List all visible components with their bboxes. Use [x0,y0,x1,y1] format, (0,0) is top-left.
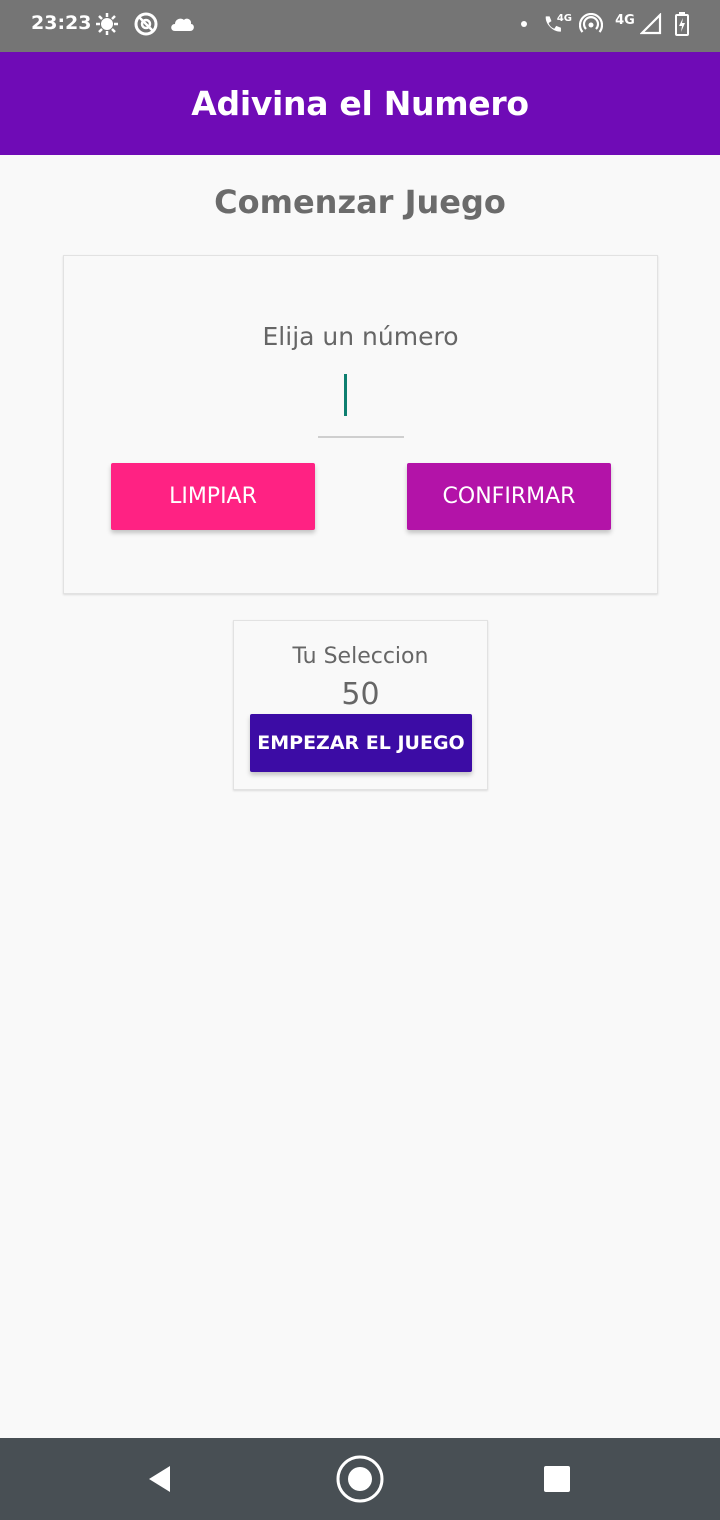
signal-network-label-wrap: 4G [612,10,638,38]
circle-slash-icon [132,10,160,38]
weather-icon [93,10,121,38]
battery-icon [672,10,692,38]
start-game-button[interactable]: EMPEZAR EL JUEGO [250,714,472,772]
selection-label: Tu Seleccion [292,644,429,669]
selection-value: 50 [341,677,380,712]
number-prompt: Elija un número [262,322,459,351]
status-bar: 23:23 4G 4G [0,0,720,52]
app-title: Adivina el Numero [191,84,529,123]
confirm-button[interactable]: CONFIRMAR [407,463,611,530]
clear-button[interactable]: LIMPIAR [111,463,315,530]
back-icon[interactable] [110,1438,210,1520]
cloud-icon [168,10,196,38]
selection-card: Tu Seleccion 50 EMPEZAR EL JUEGO [233,620,488,790]
navigation-bar [0,1438,720,1520]
number-input[interactable] [318,364,404,438]
signal-network-label: 4G [615,12,635,28]
status-time: 23:23 [31,12,92,34]
text-caret [344,374,347,416]
signal-icon [638,10,664,38]
hotspot-icon [578,10,604,38]
volte-network-label: 4G [556,12,572,24]
number-input-card: Elija un número LIMPIAR CONFIRMAR [63,255,658,594]
app-bar: Adivina el Numero [0,52,720,155]
home-icon[interactable] [310,1438,410,1520]
recents-icon[interactable] [507,1438,607,1520]
screen-title: Comenzar Juego [214,183,506,221]
dot-icon [518,10,530,38]
volte-icon: 4G [542,10,572,38]
